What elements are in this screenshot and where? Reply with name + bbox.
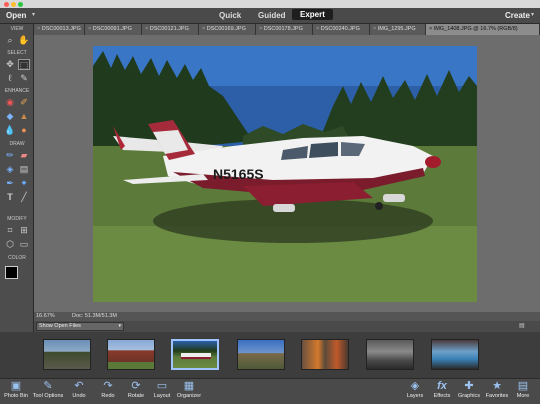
layout-button[interactable]: ▭ Layout [151, 379, 173, 399]
document-size-readout: Doc: 51.3M/51.3M [72, 313, 117, 319]
zoom-window-button[interactable] [18, 1, 23, 7]
spot-healing-tool-icon[interactable]: ✐ [18, 97, 30, 108]
mode-expert-tab[interactable]: Expert [292, 9, 333, 20]
create-menu-button[interactable]: Create [505, 11, 530, 20]
document-tab[interactable]: × DSC00013.JPG [34, 24, 85, 35]
photo-thumbnail[interactable] [43, 339, 91, 370]
more-icon: ▤ [517, 380, 529, 392]
type-tool-icon[interactable]: T [4, 192, 16, 203]
star-icon: ★ [492, 380, 502, 392]
zoom-tool-icon[interactable]: ⌕ [4, 35, 16, 46]
top-bar: Open ▾ Quick Guided Expert Create ▾ [0, 8, 540, 24]
eraser-tool-icon[interactable]: ▰ [18, 150, 30, 161]
document-tab[interactable]: × DSC00121.JPG [142, 24, 199, 35]
photo-bin-filter-select[interactable]: Show Open Files ▾ [36, 322, 124, 331]
photo-bin-icon: ▣ [10, 380, 22, 392]
document-image[interactable]: N5165S [93, 46, 477, 302]
mode-quick-tab[interactable]: Quick [219, 11, 241, 20]
tail-number-text: N5165S [213, 166, 264, 182]
straighten-tool-icon[interactable]: ▭ [18, 239, 30, 250]
content-aware-move-tool-icon[interactable]: ⬡ [4, 239, 16, 250]
undo-button[interactable]: ↶ Undo [69, 379, 89, 399]
paint-bucket-tool-icon[interactable]: ◈ [4, 164, 16, 175]
blur-tool-icon[interactable]: 💧 [4, 125, 16, 136]
photo-thumbnail[interactable] [366, 339, 414, 370]
photo-thumbnail[interactable] [107, 339, 155, 370]
section-draw-label: DRAW [9, 141, 25, 147]
photo-bin-button[interactable]: ▣ Photo Bin [2, 379, 30, 399]
rotate-icon: ⟳ [131, 380, 141, 392]
lasso-tool-icon[interactable]: ℓ [4, 73, 16, 84]
section-enhance-label: ENHANCE [4, 88, 30, 94]
document-tab[interactable]: × DSC00091.JPG [85, 24, 142, 35]
section-select-label: SELECT [7, 50, 27, 56]
smart-brush-tool-icon[interactable]: ◆ [4, 111, 16, 122]
crop-tool-icon[interactable]: ⌗ [4, 225, 16, 236]
mode-guided-tab[interactable]: Guided [258, 11, 286, 20]
plane-thumbnail-shape [181, 353, 211, 359]
document-tab[interactable]: × IMG_1295.JPG [370, 24, 426, 35]
foreground-color-swatch[interactable] [5, 266, 18, 279]
section-view-label: VIEW [10, 26, 24, 32]
hand-tool-icon[interactable]: ✋ [18, 35, 30, 46]
redo-button[interactable]: ↷ Redo [98, 379, 118, 399]
close-window-button[interactable] [4, 1, 9, 7]
document-tab-active[interactable]: × IMG_1408.JPG @ 16.7% (RGB/8) [426, 24, 540, 35]
window-titlebar [0, 0, 540, 8]
document-tab[interactable]: × DSC00178.JPG [256, 24, 313, 35]
chevron-down-icon[interactable]: ▾ [32, 11, 35, 18]
photo-thumbnail[interactable] [431, 339, 479, 370]
eyedropper-tool-icon[interactable]: ✒ [4, 178, 16, 189]
photo-thumbnail[interactable] [301, 339, 349, 370]
clone-stamp-tool-icon[interactable]: ▲ [18, 111, 30, 122]
zoom-level-readout: 16.67% [36, 313, 55, 319]
recompose-tool-icon[interactable]: ⊞ [18, 225, 30, 236]
effects-icon: fx [437, 380, 447, 392]
marquee-tool-icon[interactable]: ⬚ [18, 59, 30, 70]
quick-selection-tool-icon[interactable]: ✎ [18, 73, 30, 84]
redo-icon: ↷ [103, 380, 113, 392]
effects-button[interactable]: fx Effects [431, 379, 453, 399]
section-modify-label: MODIFY [7, 216, 27, 222]
move-tool-icon[interactable]: ✥ [4, 59, 16, 70]
document-tab[interactable]: × DSC00169.JPG [199, 24, 256, 35]
plus-icon: ✚ [464, 380, 474, 392]
rotate-button[interactable]: ⟳ Rotate [124, 379, 148, 399]
tool-options-button[interactable]: ✎ Tool Options [30, 379, 66, 399]
gradient-tool-icon[interactable]: ▤ [18, 164, 30, 175]
open-menu-button[interactable]: Open [6, 11, 26, 20]
tool-options-icon: ✎ [43, 380, 53, 392]
photo-thumbnail[interactable] [237, 339, 285, 370]
organizer-icon: ▦ [183, 380, 195, 392]
document-tabs: × DSC00013.JPG × DSC00091.JPG × DSC00121… [34, 24, 540, 35]
layers-icon: ◈ [410, 380, 420, 392]
undo-icon: ↶ [74, 380, 84, 392]
layers-button[interactable]: ◈ Layers [404, 379, 426, 399]
toolbox: VIEW ⌕ ✋ SELECT ✥ ⬚ ℓ ✎ ENHANCE ◉ ✐ ◆ ▲ … [0, 24, 34, 379]
bottom-taskbar: ▣ Photo Bin ✎ Tool Options ↶ Undo ↷ Redo… [0, 378, 540, 404]
brush-tool-icon[interactable]: ✏ [4, 150, 16, 161]
sponge-tool-icon[interactable]: ● [18, 125, 30, 136]
layout-icon: ▭ [156, 380, 168, 392]
document-tab[interactable]: × DSC00240.JPG [313, 24, 370, 35]
minimize-window-button[interactable] [11, 1, 16, 7]
organizer-button[interactable]: ▦ Organizer [174, 379, 204, 399]
custom-shape-tool-icon[interactable]: ✦ [18, 178, 30, 189]
status-bar: 16.67% Doc: 51.3M/51.3M [34, 312, 540, 321]
section-color-label: COLOR [8, 255, 26, 261]
photo-bin-header: Show Open Files ▾ ▤ [34, 321, 540, 332]
pencil-tool-icon[interactable]: ╱ [18, 192, 30, 203]
chevron-down-icon[interactable]: ▾ [531, 11, 534, 18]
red-eye-tool-icon[interactable]: ◉ [4, 97, 16, 108]
photo-bin-options-icon[interactable]: ▤ [519, 322, 525, 329]
photo-thumbnail-active[interactable] [171, 339, 219, 370]
more-button[interactable]: ▤ More [512, 379, 534, 399]
chevron-down-icon: ▾ [118, 323, 121, 329]
graphics-button[interactable]: ✚ Graphics [456, 379, 482, 399]
favorites-button[interactable]: ★ Favorites [484, 379, 510, 399]
